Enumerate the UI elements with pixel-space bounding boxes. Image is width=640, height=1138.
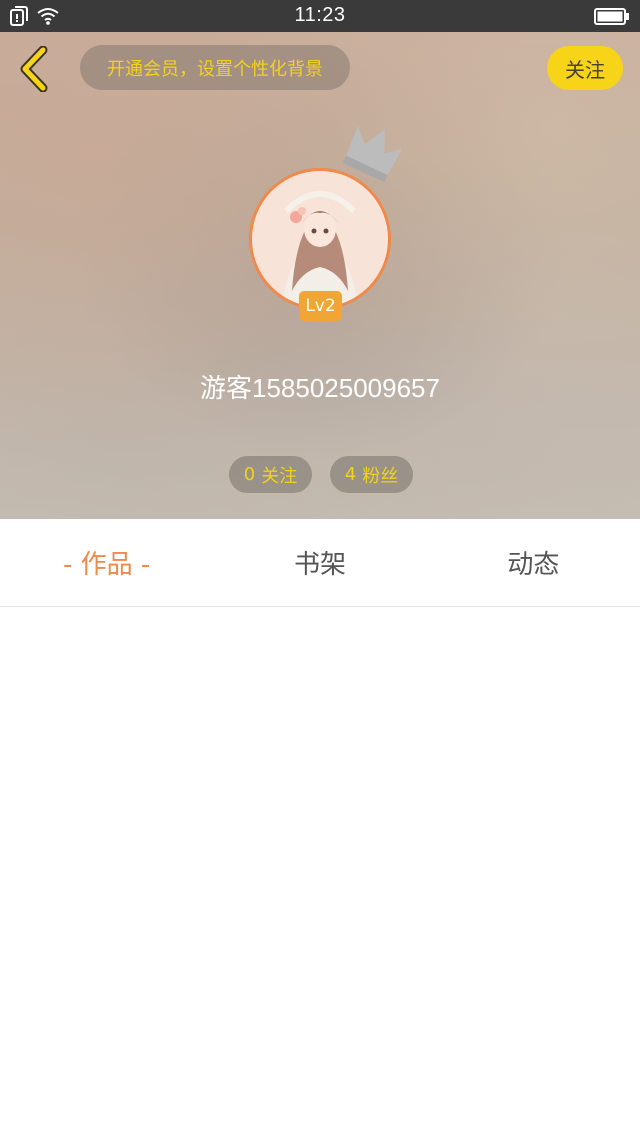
- status-time: 11:23: [294, 4, 346, 26]
- avatar-illustration-icon: [252, 171, 388, 307]
- tab-bookshelf[interactable]: 书架: [213, 519, 426, 606]
- fans-stat[interactable]: 4 粉丝: [330, 456, 413, 493]
- username: 游客1585025009657: [200, 373, 440, 403]
- level-badge: Lv2: [299, 291, 342, 321]
- vip-background-prompt[interactable]: 开通会员，设置个性化背景: [80, 45, 350, 90]
- chevron-left-icon: [20, 46, 48, 92]
- avatar[interactable]: [249, 168, 391, 310]
- following-label: 关注: [261, 465, 298, 487]
- tab-activity[interactable]: 动态: [427, 519, 640, 606]
- status-bar: 11:23: [0, 0, 640, 32]
- following-stat[interactable]: 0 关注: [229, 456, 312, 493]
- profile-tabs: - 作品 - 书架 动态: [0, 519, 640, 607]
- fans-label: 粉丝: [362, 465, 399, 487]
- tab-content-area: [0, 607, 640, 1138]
- tab-works[interactable]: - 作品 -: [0, 519, 213, 606]
- following-count: 0: [243, 464, 256, 485]
- battery-icon: [594, 8, 629, 25]
- profile-header: 开通会员，设置个性化背景 关注 Lv2 游客1585025009657 0 关注…: [0, 32, 640, 519]
- back-button[interactable]: [12, 46, 56, 92]
- fans-count: 4: [344, 464, 357, 485]
- follow-button[interactable]: 关注: [547, 46, 623, 90]
